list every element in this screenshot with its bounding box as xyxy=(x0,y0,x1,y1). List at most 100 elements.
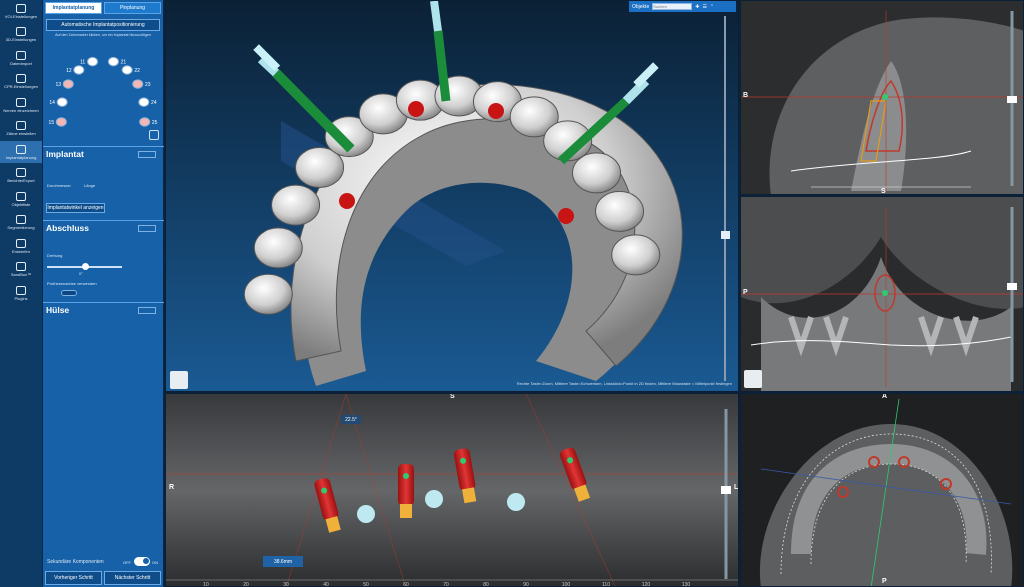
tooth-25[interactable] xyxy=(139,117,151,127)
viewport-panoramic[interactable]: 10 20 30 40 50 60 70 80 90 100 110 120 130 R L S 22.… xyxy=(165,393,739,587)
viewport-axial[interactable]: A P xyxy=(740,393,1024,587)
prosthetic-axis-toggle[interactable] xyxy=(61,290,77,296)
toolbar-item-plugin[interactable]: Plugins xyxy=(0,282,42,304)
main-toolbar: VOI-Einstellungen 3D-Einstellungen Datenim… xyxy=(0,0,43,587)
secondary-components-toggle[interactable] xyxy=(134,557,150,566)
tooth-13[interactable] xyxy=(62,79,74,89)
toolbar-item-download[interactable]: Datenimport xyxy=(0,47,42,69)
tooth-12[interactable] xyxy=(73,65,85,75)
tooth-number: 11 xyxy=(80,60,85,66)
implant-section[interactable]: Implantat xyxy=(43,146,164,161)
pano-slice-slider[interactable] xyxy=(721,486,731,494)
tooth-21[interactable] xyxy=(107,56,119,67)
tooth-11[interactable] xyxy=(87,56,99,67)
auto-positioning-button[interactable]: Automatische Implantatpositionierung xyxy=(46,19,160,31)
toolbar-item-curve[interactable]: CPR-Einstellungen xyxy=(0,71,42,93)
diameter-label: Durchmesser xyxy=(47,183,71,188)
tooth-chart[interactable]: 11121314151617182122232425262728 xyxy=(43,40,164,130)
nerve-icon xyxy=(16,97,26,107)
axial-slice[interactable] xyxy=(741,394,1024,587)
closure-title: Abschluss xyxy=(46,223,89,233)
tooth-22[interactable] xyxy=(121,65,133,75)
pano-orient-right: R xyxy=(169,484,175,491)
implant-marker-mid-right[interactable] xyxy=(488,103,504,119)
tooth-number: 23 xyxy=(145,82,151,88)
panoramic-image[interactable]: 10 20 30 40 50 60 70 80 90 100 110 120 130 xyxy=(166,394,739,587)
collapse-icon[interactable]: ⌃ xyxy=(710,4,714,10)
tab-pin-planning[interactable]: Pinplanung xyxy=(104,2,161,14)
prosthetic-axis-label: Prothesenachse verwenden xyxy=(47,281,97,286)
viewport-coronal[interactable]: P xyxy=(740,196,1024,392)
list-icon xyxy=(16,191,26,201)
zoom-slider-3d[interactable] xyxy=(721,231,730,239)
head-orientation-icon[interactable] xyxy=(170,371,188,389)
rotation-slider[interactable] xyxy=(47,263,122,270)
implant-planning-panel: Implantatplanung Pinplanung Automatische… xyxy=(43,0,164,587)
head-orientation-icon[interactable] xyxy=(744,370,762,388)
objects-bar[interactable]: Objekte ✚ ☰ ⌃ xyxy=(629,1,736,12)
viewport-sagittal[interactable]: B S xyxy=(740,0,1024,195)
length-label: Länge xyxy=(84,183,96,188)
menu-icon[interactable]: ☰ xyxy=(702,4,706,10)
coronal-orient-left: P xyxy=(743,289,748,296)
implant-marker-left[interactable] xyxy=(339,193,355,209)
tooth-23[interactable] xyxy=(132,79,144,89)
rotation-slider-thumb[interactable] xyxy=(82,263,89,270)
implant-marker-right[interactable] xyxy=(558,208,574,224)
measurement-badge[interactable]: 38.6mm xyxy=(263,556,303,567)
toolbar-item-implant[interactable]: Implantatplanung xyxy=(0,141,42,163)
tooth-15[interactable] xyxy=(55,117,67,127)
axial-orient-bottom: P xyxy=(882,578,887,585)
tooth-icon xyxy=(16,121,26,130)
closure-section[interactable]: Abschluss xyxy=(43,220,164,235)
pano-implant[interactable] xyxy=(398,464,414,518)
show-implant-axis-button[interactable]: Implantatwinkel anzeigen xyxy=(46,203,105,213)
toolbar-item-segment[interactable]: Segmentierung xyxy=(0,212,42,234)
toolbar-item-design[interactable]: Entwerfen xyxy=(0,235,42,257)
chart-zoom-button[interactable] xyxy=(149,130,159,140)
toolbar-item-report[interactable]: Berichte/Export xyxy=(0,165,42,187)
coronal-slice[interactable] xyxy=(741,197,1024,392)
sandbox-icon xyxy=(16,262,26,271)
segment-icon xyxy=(16,215,26,224)
toolbar-item-nerve[interactable]: Nerven einzeichnen xyxy=(0,94,42,116)
tab-implant-planning[interactable]: Implantatplanung xyxy=(45,2,102,14)
objects-search-input[interactable] xyxy=(652,3,693,10)
implant-toggle[interactable] xyxy=(138,151,156,158)
toolbar-item-label: Objektliste xyxy=(11,201,31,207)
viewport-3d[interactable]: Objekte ✚ ☰ ⌃ Rechte Taste=Zoom, Mittler… xyxy=(165,0,739,392)
angle-value: 22.5° xyxy=(345,416,357,423)
toolbar-item-sandbox[interactable]: SandBox™ xyxy=(0,259,42,281)
pano-sleeve[interactable] xyxy=(507,493,525,511)
sagittal-slice[interactable] xyxy=(741,1,1024,195)
toolbar-item-list[interactable]: Objektliste xyxy=(0,188,42,210)
pano-sleeve[interactable] xyxy=(357,505,375,523)
rotation-value: 0° xyxy=(79,271,83,276)
angle-badge[interactable]: 22.5° xyxy=(341,415,361,424)
sagittal-orient-left: B xyxy=(743,92,749,99)
tooth-14[interactable] xyxy=(56,97,68,107)
toolbar-item-tooth[interactable]: Zähne einstellen xyxy=(0,118,42,140)
tooth-crown-3d xyxy=(595,190,645,232)
sleeve-section[interactable]: Hülse xyxy=(43,302,164,317)
auto-positioning-label: Automatische Implantatpositionierung xyxy=(61,22,145,28)
tooth-crown-3d xyxy=(253,227,303,269)
ruler-tick-label: 30 xyxy=(283,582,289,587)
jaw-model-3d[interactable] xyxy=(166,1,739,392)
next-step-button[interactable]: Nächster Schritt xyxy=(104,571,161,585)
dental-planning-app: VOI-Einstellungen 3D-Einstellungen Datenim… xyxy=(0,0,1024,587)
previous-step-button[interactable]: Vorheriger Schritt xyxy=(45,571,102,585)
implant-marker-mid-left[interactable] xyxy=(408,101,424,117)
sleeve-toggle[interactable] xyxy=(138,307,156,314)
pano-orient-left: L xyxy=(734,484,739,491)
closure-toggle[interactable] xyxy=(138,225,156,232)
ruler-tick-label: 100 xyxy=(562,582,571,587)
toolbar-item-cube[interactable]: VOI-Einstellungen xyxy=(0,0,42,22)
pano-orient-top: S xyxy=(450,393,455,400)
toolbar-item-gear[interactable]: 3D-Einstellungen xyxy=(0,24,42,46)
tooth-number: 24 xyxy=(151,100,157,106)
tooth-crown-3d xyxy=(243,273,293,315)
tooth-24[interactable] xyxy=(138,97,150,107)
pano-sleeve[interactable] xyxy=(425,490,443,508)
add-icon[interactable]: ✚ xyxy=(695,4,699,10)
